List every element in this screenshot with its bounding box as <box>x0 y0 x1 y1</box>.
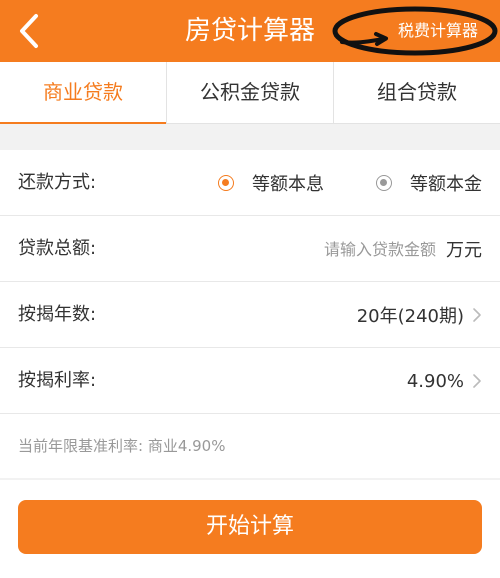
loan-type-tabs: 商业贷款 公积金贷款 组合贷款 <box>0 62 500 124</box>
chevron-right-icon <box>472 373 482 389</box>
loan-amount-wrap: 万元 <box>236 216 482 282</box>
radio-equal-principal-label: 等额本金 <box>410 174 482 195</box>
radio-equal-principal[interactable]: 等额本金 <box>376 170 482 196</box>
loan-years-row[interactable]: 按揭年数: 20年(240期) <box>0 282 500 348</box>
radio-checked-icon <box>218 175 234 191</box>
loan-amount-unit: 万元 <box>446 240 482 261</box>
loan-years-select[interactable]: 20年(240期) <box>357 282 482 348</box>
tax-calculator-link[interactable]: 税费计算器 <box>398 18 478 44</box>
repayment-method-label: 还款方式: <box>18 172 97 193</box>
loan-years-value: 20年(240期) <box>356 306 464 327</box>
loan-rate-value: 4.90% <box>406 370 464 392</box>
radio-unchecked-icon <box>376 175 392 191</box>
loan-years-label: 按揭年数: <box>18 304 97 325</box>
repayment-method-row: 还款方式: 等额本息 等额本金 <box>0 150 500 216</box>
base-rate-hint: 当前年限基准利率: 商业4.90% <box>0 414 500 478</box>
loan-form: 还款方式: 等额本息 等额本金 贷款总额: 万元 按揭年数: 20年(240期) <box>0 150 500 478</box>
radio-equal-installment[interactable]: 等额本息 <box>218 170 324 196</box>
tab-commercial-loan[interactable]: 商业贷款 <box>0 62 166 124</box>
repayment-method-radio-group: 等额本息 等额本金 <box>218 150 482 216</box>
app-header: 房贷计算器 税费计算器 <box>0 0 500 62</box>
tab-combined-loan[interactable]: 组合贷款 <box>333 62 500 123</box>
start-calculation-button[interactable]: 开始计算 <box>18 500 482 554</box>
loan-rate-label: 按揭利率: <box>18 370 97 391</box>
loan-rate-row[interactable]: 按揭利率: 4.90% <box>0 348 500 414</box>
loan-amount-label: 贷款总额: <box>18 238 97 259</box>
loan-rate-select[interactable]: 4.90% <box>407 348 482 414</box>
loan-amount-row: 贷款总额: 万元 <box>0 216 500 282</box>
chevron-right-icon <box>472 307 482 323</box>
radio-equal-installment-label: 等额本息 <box>252 174 324 195</box>
loan-amount-input[interactable] <box>236 239 436 259</box>
tab-provident-fund-loan[interactable]: 公积金贷款 <box>166 62 333 123</box>
